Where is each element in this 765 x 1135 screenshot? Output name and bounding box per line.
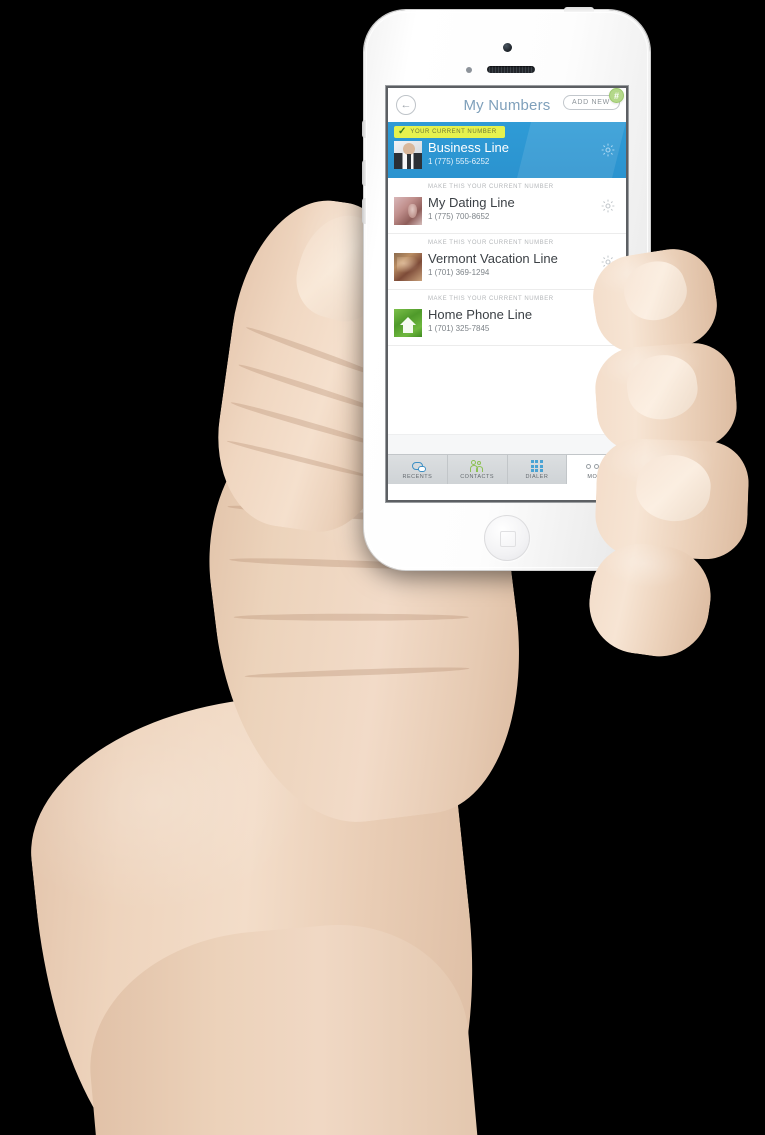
keypad-icon [530, 459, 543, 473]
line-name: Business Line [428, 140, 509, 155]
numbers-list: ✓ YOUR CURRENT NUMBER Business Line 1 (7… [388, 122, 626, 346]
gear-icon[interactable] [600, 198, 616, 214]
make-current-hint[interactable]: MAKE THIS YOUR CURRENT NUMBER [428, 240, 554, 246]
list-item[interactable]: MAKE THIS YOUR CURRENT NUMBER Home Phone… [388, 290, 626, 346]
page-title: My Numbers [463, 96, 551, 114]
navigation-bar: ← My Numbers ADD NEW # [388, 88, 626, 122]
tabbar-spacer [388, 434, 626, 454]
list-item-text: Business Line 1 (775) 555-6252 [428, 140, 509, 167]
status-badge-label: YOUR CURRENT NUMBER [410, 129, 497, 135]
tab-more[interactable]: MORE [567, 455, 626, 484]
gear-icon[interactable] [600, 142, 616, 158]
gear-icon[interactable] [600, 254, 616, 270]
avatar [394, 141, 422, 169]
tab-label: MORE [587, 474, 606, 480]
line-phone: 1 (701) 325-7845 [428, 324, 490, 333]
back-arrow-icon[interactable]: ← [396, 95, 416, 115]
tab-label: DIALER [525, 474, 549, 480]
make-current-hint[interactable]: MAKE THIS YOUR CURRENT NUMBER [428, 184, 554, 190]
list-item-text: Home Phone Line 1 (701) 325-7845 [428, 307, 532, 334]
front-camera [503, 43, 512, 52]
home-button[interactable] [484, 515, 530, 561]
status-badge: ✓ YOUR CURRENT NUMBER [394, 126, 505, 138]
list-item[interactable]: MAKE THIS YOUR CURRENT NUMBER Vermont Va… [388, 234, 626, 290]
iphone-device: ← My Numbers ADD NEW # ✓ YOUR CURRENT NU… [362, 7, 650, 570]
line-name: Home Phone Line [428, 307, 533, 322]
avatar [394, 253, 422, 281]
tab-label: CONTACTS [460, 474, 495, 480]
phone-screen: ← My Numbers ADD NEW # ✓ YOUR CURRENT NU… [388, 88, 626, 500]
people-icon [470, 459, 484, 473]
make-current-hint[interactable]: MAKE THIS YOUR CURRENT NUMBER [428, 296, 554, 302]
list-item-text: Vermont Vacation Line 1 (701) 369-1294 [428, 251, 558, 278]
proximity-sensor [466, 67, 472, 73]
ellipsis-icon [586, 459, 608, 473]
line-name: Vermont Vacation Line [428, 251, 558, 266]
power-button[interactable] [564, 7, 594, 12]
avatar [394, 197, 422, 225]
tab-contacts[interactable]: CONTACTS [448, 455, 508, 484]
avatar [394, 309, 422, 337]
volume-down-button[interactable] [362, 198, 366, 224]
check-icon: ✓ [398, 126, 407, 137]
tab-label: RECENTS [402, 474, 433, 480]
line-phone: 1 (701) 369-1294 [428, 268, 490, 277]
bottom-tab-bar: RECENTS CONTACTS DIALER MORE [388, 454, 626, 484]
earpiece-speaker [487, 66, 535, 73]
empty-list-area [388, 346, 626, 434]
line-name: My Dating Line [428, 195, 515, 210]
volume-up-button[interactable] [362, 160, 366, 186]
list-item[interactable]: MAKE THIS YOUR CURRENT NUMBER My Dating … [388, 178, 626, 234]
gear-icon[interactable] [600, 310, 616, 326]
mute-switch[interactable] [362, 120, 366, 138]
hash-badge-icon: # [609, 88, 624, 103]
line-phone: 1 (775) 555-6252 [428, 157, 490, 166]
list-item-text: My Dating Line 1 (775) 700-8652 [428, 195, 515, 222]
chat-bubbles-icon [411, 459, 426, 473]
tab-dialer[interactable]: DIALER [508, 455, 568, 484]
add-new-button[interactable]: ADD NEW # [563, 88, 624, 110]
line-phone: 1 (775) 700-8652 [428, 212, 490, 221]
tab-recents[interactable]: RECENTS [388, 455, 448, 484]
list-item-current[interactable]: ✓ YOUR CURRENT NUMBER Business Line 1 (7… [388, 122, 626, 178]
